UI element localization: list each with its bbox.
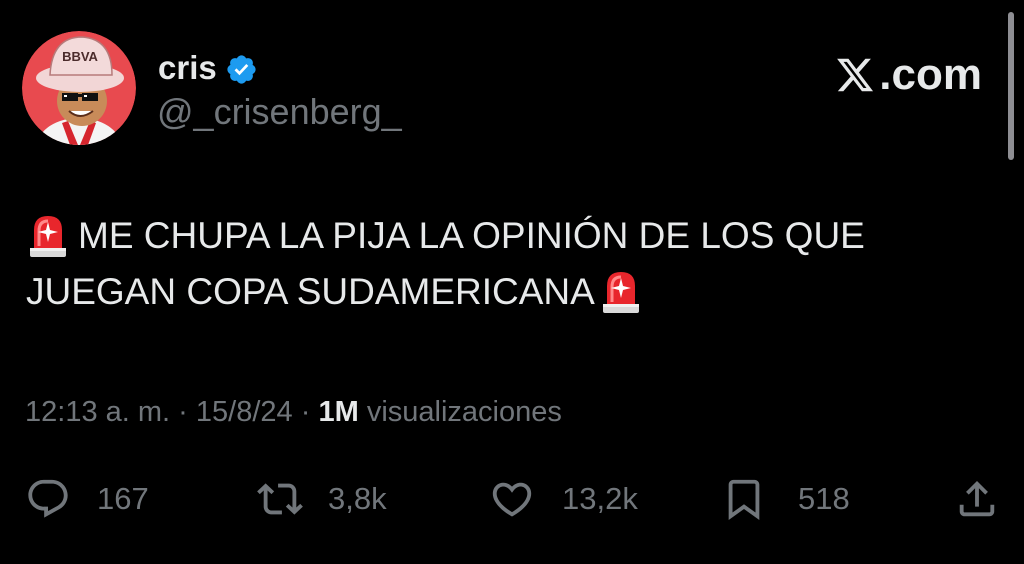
tweet-date[interactable]: 15/8/24 — [196, 396, 293, 428]
tweet-time[interactable]: 12:13 a. m. — [25, 396, 170, 428]
x-com-brand: .com — [835, 50, 982, 100]
bookmark-count: 518 — [798, 481, 850, 516]
tweet-meta: 12:13 a. m. · 15/8/24 · 1M visualizacion… — [25, 392, 562, 432]
repost-button[interactable]: 3,8k — [254, 474, 387, 524]
avatar-image: BBVA — [22, 31, 136, 145]
action-bar: 167 3,8k 13,2k 518 — [0, 474, 1024, 524]
avatar-hat-text: BBVA — [62, 49, 98, 64]
share-icon — [959, 480, 995, 517]
reply-count: 167 — [97, 481, 149, 516]
tweet-line-2: JUEGAN COPA SUDAMERICANA — [26, 271, 595, 312]
views-label: visualizaciones — [366, 396, 562, 428]
brand-text: .com — [879, 50, 982, 99]
like-count: 13,2k — [562, 481, 638, 516]
scrollbar[interactable] — [1008, 12, 1014, 160]
author-name-row[interactable]: cris — [158, 48, 258, 88]
avatar[interactable]: BBVA — [22, 31, 136, 145]
x-logo-icon — [837, 58, 874, 92]
share-button[interactable] — [954, 474, 1000, 524]
like-button[interactable]: 13,2k — [487, 474, 638, 524]
meta-separator: · — [300, 396, 311, 428]
repost-count: 3,8k — [328, 481, 387, 516]
tweet-text: ME CHUPA LA PIJA LA OPINIÓN DE LOS QUE J… — [26, 208, 996, 320]
repost-icon — [257, 483, 303, 515]
bookmark-icon — [728, 479, 760, 520]
verified-badge-icon — [227, 54, 256, 84]
reply-button[interactable]: 167 — [25, 474, 149, 524]
police-car-light-icon — [26, 210, 70, 258]
views-count: 1M — [318, 396, 359, 428]
author-handle[interactable]: @_crisenberg_ — [157, 90, 402, 134]
display-name[interactable]: cris — [158, 48, 217, 88]
reply-icon — [28, 479, 68, 518]
tweet-line-1: ME CHUPA LA PIJA LA OPINIÓN DE LOS QUE — [78, 215, 865, 256]
police-car-light-icon — [599, 266, 643, 314]
meta-separator: · — [178, 396, 188, 428]
heart-icon — [492, 482, 532, 517]
bookmark-button[interactable]: 518 — [721, 474, 850, 524]
